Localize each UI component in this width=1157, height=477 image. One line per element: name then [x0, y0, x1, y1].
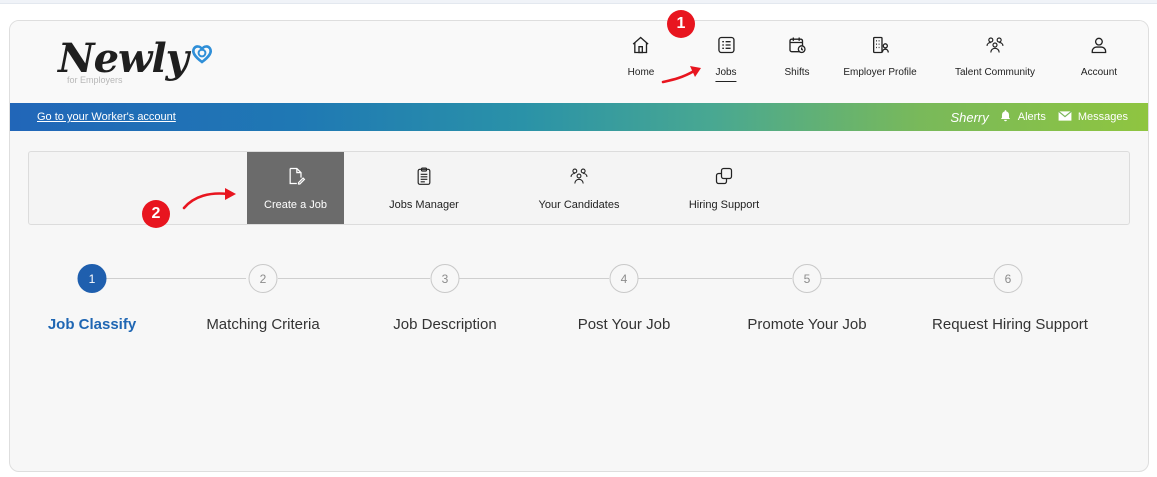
nav-employer-profile[interactable]: Employer Profile [843, 35, 917, 91]
heart-logo-icon [190, 42, 214, 71]
nav-account-label: Account [1080, 67, 1118, 78]
step-3-label[interactable]: Job Description [393, 316, 496, 333]
step-6-circle[interactable]: 6 [993, 264, 1023, 293]
step-5-circle[interactable]: 5 [792, 264, 822, 293]
home-icon [631, 35, 651, 60]
nav-shifts-label: Shifts [784, 67, 810, 78]
brand-tagline: for Employers [67, 75, 123, 85]
annotation-marker-1: 1 [667, 10, 695, 38]
nav-talent-community-label: Talent Community [954, 67, 1036, 78]
subnav-your-candidates-label: Your Candidates [538, 198, 620, 211]
step-3-circle[interactable]: 3 [430, 264, 460, 293]
person-icon [1089, 35, 1109, 60]
nav-talent-community[interactable]: Talent Community [955, 35, 1035, 91]
nav-jobs-label: Jobs [715, 67, 737, 82]
step-connector [821, 278, 993, 279]
copy-icon [714, 166, 734, 191]
step-4-label[interactable]: Post Your Job [578, 316, 671, 333]
step-1-circle[interactable]: 1 [77, 264, 107, 293]
annotation-arrow-1 [661, 66, 701, 84]
nav-home-label: Home [627, 67, 655, 78]
subnav-your-candidates[interactable]: Your Candidates [519, 152, 639, 224]
step-1-label[interactable]: Job Classify [48, 316, 136, 333]
envelope-icon[interactable] [1058, 110, 1072, 125]
step-connector [638, 278, 792, 279]
job-creation-stepper: 1 2 3 4 5 6 Job Classify Matching Criter… [10, 259, 1148, 339]
account-bar: Go to your Worker's account Sherry Alert… [10, 103, 1148, 131]
step-6-label[interactable]: Request Hiring Support [932, 316, 1088, 333]
account-bar-actions: Sherry Alerts Messages [950, 109, 1128, 125]
calendar-icon [787, 35, 807, 60]
subnav-hiring-support[interactable]: Hiring Support [674, 152, 774, 224]
subnav-jobs-manager-label: Jobs Manager [389, 198, 459, 211]
messages-link[interactable]: Messages [1078, 111, 1128, 123]
subnav-create-job[interactable]: Create a Job [247, 152, 344, 224]
app-window: Newly for Employers Home Jobs Shifts Emp… [9, 20, 1149, 472]
step-connector [459, 278, 609, 279]
nav-shifts[interactable]: Shifts [784, 35, 810, 91]
page-top-border [0, 0, 1157, 4]
step-5-label[interactable]: Promote Your Job [747, 316, 866, 333]
header: Newly for Employers Home Jobs Shifts Emp… [10, 21, 1148, 103]
user-name[interactable]: Sherry [950, 110, 988, 125]
nav-home[interactable]: Home [627, 35, 655, 91]
nav-jobs[interactable]: Jobs [715, 35, 737, 91]
subnav-hiring-support-label: Hiring Support [688, 198, 760, 211]
annotation-marker-2: 2 [142, 200, 170, 228]
step-2-label[interactable]: Matching Criteria [206, 316, 319, 333]
nav-employer-profile-label: Employer Profile [843, 67, 917, 78]
step-connector [278, 278, 430, 279]
candidates-icon [569, 166, 589, 191]
alerts-link[interactable]: Alerts [1018, 111, 1046, 123]
subnav-jobs-manager[interactable]: Jobs Manager [374, 152, 474, 224]
clipboard-icon [414, 166, 434, 191]
nav-account[interactable]: Account [1081, 35, 1117, 91]
document-edit-icon [286, 166, 306, 191]
annotation-arrow-2 [182, 188, 236, 210]
subnav-create-job-label: Create a Job [264, 198, 327, 211]
step-4-circle[interactable]: 4 [609, 264, 639, 293]
worker-account-link[interactable]: Go to your Worker's account [37, 111, 176, 123]
bell-icon[interactable] [999, 109, 1012, 125]
group-icon [985, 35, 1005, 60]
jobs-list-icon [716, 35, 736, 60]
step-connector [106, 278, 246, 279]
step-2-circle[interactable]: 2 [248, 264, 278, 293]
building-profile-icon [870, 35, 890, 60]
